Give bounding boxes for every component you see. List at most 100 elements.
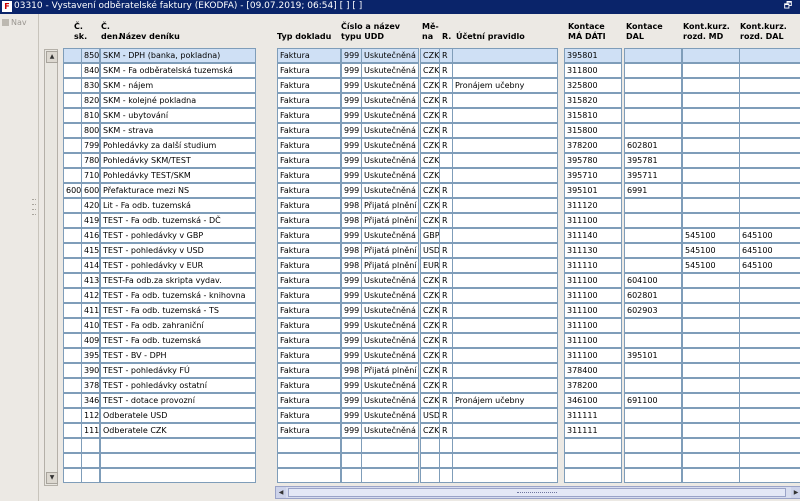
cell-md[interactable]: 378400	[564, 363, 622, 378]
table-row[interactable]: 414 TEST - pohledávky v EUR Faktura 998 Přij…	[60, 258, 800, 273]
cell-den[interactable]: 112	[81, 408, 100, 423]
cell-udd-name[interactable]: Přijatá plnění z	[361, 213, 419, 228]
cell-udd[interactable]: 999	[341, 423, 363, 438]
cell-dal[interactable]	[624, 228, 682, 243]
cell-kdal[interactable]	[739, 63, 800, 78]
cell-kmd[interactable]	[682, 378, 740, 393]
cell-r[interactable]: R	[439, 48, 453, 63]
cell-udd-name[interactable]: Uskutečněná p	[361, 138, 419, 153]
cell-typ[interactable]: Faktura	[277, 93, 341, 108]
cell-kdal[interactable]	[739, 198, 800, 213]
cell-udd-name[interactable]: Uskutečněná p	[361, 318, 419, 333]
cell-kdal[interactable]	[739, 123, 800, 138]
cell-kmd[interactable]	[682, 318, 740, 333]
cell-mena[interactable]: CZK	[420, 153, 440, 168]
cell-mena[interactable]	[420, 438, 440, 453]
cell-typ[interactable]: Faktura	[277, 183, 341, 198]
cell-pravidlo[interactable]	[452, 423, 558, 438]
scroll-left-icon[interactable]: ◀	[276, 487, 286, 498]
cell-dal[interactable]	[624, 213, 682, 228]
cell-udd-name[interactable]: Přijatá plnění z	[361, 243, 419, 258]
cell-udd-name[interactable]: Uskutečněná p	[361, 48, 419, 63]
cell-md[interactable]: 346100	[564, 393, 622, 408]
cell-mena[interactable]: CZK	[420, 168, 440, 183]
cell-udd[interactable]: 998	[341, 198, 363, 213]
cell-sk[interactable]	[63, 228, 82, 243]
cell-r[interactable]: R	[439, 183, 453, 198]
cell-udd[interactable]: 999	[341, 183, 363, 198]
cell-mena[interactable]: CZK	[420, 318, 440, 333]
cell-udd-name[interactable]: Uskutečněná p	[361, 333, 419, 348]
cell-typ[interactable]: Faktura	[277, 363, 341, 378]
cell-md[interactable]	[564, 453, 622, 468]
cell-sk[interactable]	[63, 378, 82, 393]
cell-pravidlo[interactable]	[452, 363, 558, 378]
cell-md[interactable]: 311100	[564, 348, 622, 363]
cell-typ[interactable]	[277, 468, 341, 483]
cell-sk[interactable]	[63, 48, 82, 63]
empty-table-row[interactable]	[60, 453, 800, 468]
cell-dal[interactable]	[624, 63, 682, 78]
cell-kdal[interactable]: 645100	[739, 243, 800, 258]
cell-dal[interactable]	[624, 363, 682, 378]
cell-pravidlo[interactable]	[452, 408, 558, 423]
cell-md[interactable]: 315810	[564, 108, 622, 123]
scroll-down-icon[interactable]: ▼	[46, 472, 58, 484]
table-row[interactable]: 416 TEST - pohledávky v GBP Faktura 999 Usku…	[60, 228, 800, 243]
cell-udd-name[interactable]: Uskutečněná p	[361, 273, 419, 288]
cell-nazev[interactable]: TEST - Fa odb. zahraniční	[100, 318, 256, 333]
cell-nazev[interactable]: TEST - pohledávky FÚ	[100, 363, 256, 378]
cell-kmd[interactable]	[682, 273, 740, 288]
cell-mena[interactable]: CZK	[420, 348, 440, 363]
cell-udd[interactable]: 999	[341, 78, 363, 93]
cell-udd[interactable]: 999	[341, 48, 363, 63]
cell-udd[interactable]: 999	[341, 93, 363, 108]
cell-dal[interactable]	[624, 453, 682, 468]
cell-nazev[interactable]	[100, 453, 256, 468]
cell-udd-name[interactable]: Uskutečněná p	[361, 108, 419, 123]
cell-r[interactable]: R	[439, 288, 453, 303]
cell-udd[interactable]: 999	[341, 228, 363, 243]
table-row[interactable]: 840 SKM - Fa odběratelská tuzemská Faktura…	[60, 63, 800, 78]
cell-udd-name[interactable]	[361, 453, 419, 468]
cell-mena[interactable]: USD	[420, 243, 440, 258]
splitter-grip[interactable]	[32, 214, 36, 217]
cell-md[interactable]: 311100	[564, 273, 622, 288]
scroll-right-icon[interactable]: ▶	[791, 487, 800, 498]
cell-r[interactable]: R	[439, 303, 453, 318]
cell-typ[interactable]: Faktura	[277, 333, 341, 348]
table-row[interactable]: 419 TEST - Fa odb. tuzemská - DČ Faktura 99…	[60, 213, 800, 228]
cell-nazev[interactable]: SKM - Fa odběratelská tuzemská	[100, 63, 256, 78]
cell-den[interactable]: 830	[81, 78, 100, 93]
cell-typ[interactable]	[277, 453, 341, 468]
cell-kmd[interactable]	[682, 408, 740, 423]
table-row[interactable]: 346 TEST - dotace provozní Faktura 999 Uskut…	[60, 393, 800, 408]
table-row[interactable]: 112 Odberatele USD Faktura 999 Uskutečněná p…	[60, 408, 800, 423]
cell-den[interactable]: 413	[81, 273, 100, 288]
cell-nazev[interactable]: TEST - pohledávky v USD	[100, 243, 256, 258]
cell-typ[interactable]: Faktura	[277, 423, 341, 438]
cell-md[interactable]: 325800	[564, 78, 622, 93]
cell-sk[interactable]	[63, 333, 82, 348]
cell-sk[interactable]: 600	[63, 183, 82, 198]
cell-r[interactable]: R	[439, 198, 453, 213]
cell-sk[interactable]	[63, 438, 82, 453]
cell-udd[interactable]: 999	[341, 273, 363, 288]
splitter-grip[interactable]	[32, 209, 36, 212]
cell-nazev[interactable]: TEST - Fa odb. tuzemská - DČ	[100, 213, 256, 228]
cell-kdal[interactable]	[739, 363, 800, 378]
cell-sk[interactable]	[63, 243, 82, 258]
table-row[interactable]: 411 TEST - Fa odb. tuzemská - TS Faktura 99…	[60, 303, 800, 318]
cell-dal[interactable]	[624, 378, 682, 393]
cell-dal[interactable]	[624, 333, 682, 348]
table-row[interactable]: 710 Pohledávky TEST/SKM Faktura 999 Uskutečn…	[60, 168, 800, 183]
cell-nazev[interactable]: Pohledávky SKM/TEST	[100, 153, 256, 168]
cell-nazev[interactable]: SKM - strava	[100, 123, 256, 138]
cell-mena[interactable]: CZK	[420, 198, 440, 213]
cell-typ[interactable]: Faktura	[277, 258, 341, 273]
cell-kdal[interactable]	[739, 288, 800, 303]
cell-udd-name[interactable]: Přijatá plnění z	[361, 363, 419, 378]
cell-den[interactable]: 419	[81, 213, 100, 228]
cell-kmd[interactable]	[682, 453, 740, 468]
cell-mena[interactable]: CZK	[420, 363, 440, 378]
